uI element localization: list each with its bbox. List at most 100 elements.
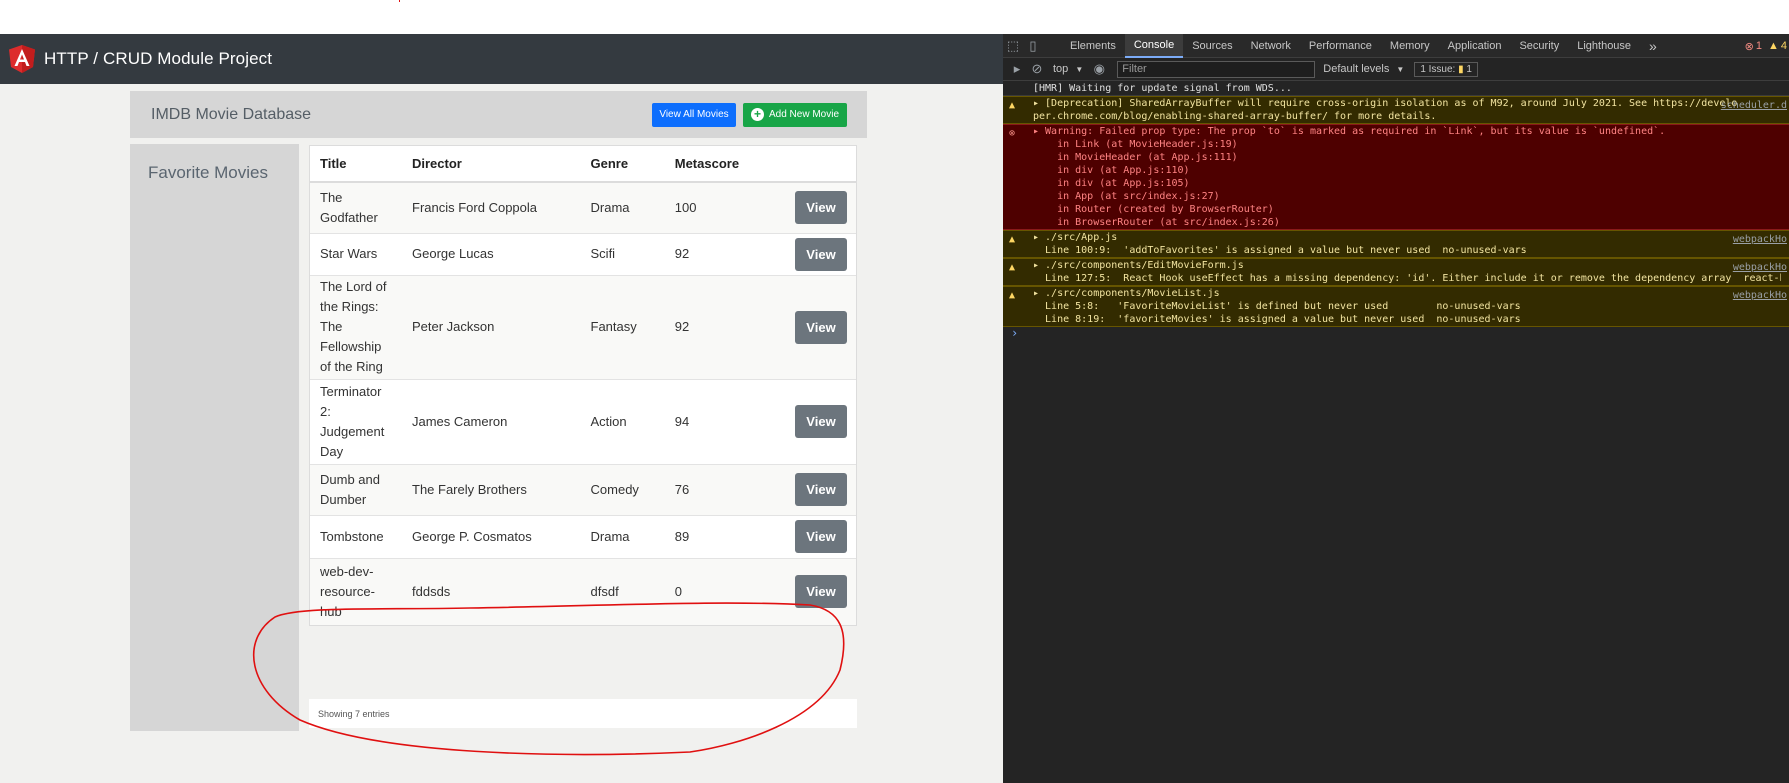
cell-title: The Godfather (310, 181, 402, 233)
cell-action: View (768, 557, 856, 625)
source-link[interactable]: scheduler.d (1721, 99, 1787, 112)
cell-genre: Fantasy (580, 274, 665, 379)
chevron-down-icon: ▼ (1075, 65, 1084, 74)
more-tabs-icon[interactable]: » (1640, 34, 1666, 58)
cell-title: web-dev-resource-hub (310, 557, 402, 625)
cell-action: View (768, 378, 856, 464)
tab-sources[interactable]: Sources (1183, 34, 1241, 58)
cell-genre: dfsdf (580, 557, 665, 625)
console-message-err[interactable]: ⊗ ▸ Warning: Failed prop type: The prop `… (1003, 124, 1789, 230)
context-selector[interactable]: top ▼ (1053, 63, 1083, 75)
add-new-movie-label: Add New Movie (768, 109, 840, 120)
table-footer: Showing 7 entries (309, 699, 857, 728)
tab-application[interactable]: Application (1439, 34, 1511, 58)
cell-director: George Lucas (402, 232, 581, 275)
clear-console-icon[interactable]: ⊘ (1027, 61, 1047, 77)
warning-icon: ▲ (1009, 262, 1016, 273)
device-toolbar-icon[interactable]: ▯ (1023, 38, 1043, 54)
console-message-warn[interactable]: ▲ ▸ ./src/components/EditMovieForm.js Lin… (1003, 258, 1789, 286)
console-line: [HMR] Waiting for update signal from WDS… (1033, 83, 1292, 94)
console-filter-input[interactable]: Filter (1117, 60, 1316, 78)
tab-memory[interactable]: Memory (1381, 34, 1439, 58)
cell-action: View (768, 181, 856, 233)
console-line: Line 127:5: React Hook useEffect has a m… (1033, 273, 1781, 284)
tab-console[interactable]: Console (1124, 33, 1184, 58)
console-message-warn[interactable]: ▲ ▸ [Deprecation] SharedArrayBuffer will … (1003, 96, 1789, 124)
tab-performance[interactable]: Performance (1300, 34, 1381, 58)
source-link[interactable]: webpackHo (1733, 233, 1787, 246)
warning-icon: ▲ (1767, 40, 1779, 52)
cell-metascore: 100 (664, 181, 769, 233)
view-movie-button[interactable]: View (795, 405, 847, 438)
movie-table: Title Director Genre Metascore The Godfa… (310, 146, 856, 625)
tab-security[interactable]: Security (1510, 34, 1568, 58)
navbar-brand[interactable]: HTTP / CRUD Module Project (44, 49, 272, 69)
favorite-movies-sidebar: Favorite Movies (130, 144, 299, 731)
view-movie-button[interactable]: View (795, 310, 847, 344)
cell-action: View (768, 514, 856, 558)
table-row: Tombstone George P. Cosmatos Drama 89 Vi… (310, 514, 856, 558)
entries-count: Showing 7 entries (318, 709, 390, 719)
console-toolbar: ▸ ⊘ top ▼ ◉ Filter Default levels ▼ 1 Is… (1003, 58, 1789, 81)
add-new-movie-button[interactable]: + Add New Movie (743, 102, 847, 127)
tab-network[interactable]: Network (1242, 34, 1300, 58)
console-message-warn[interactable]: ▲ ▸ ./src/App.js Line 100:9: 'addToFavori… (1003, 230, 1789, 258)
cell-metascore: 0 (664, 557, 769, 625)
cell-metascore: 76 (664, 463, 769, 515)
console-line: in div (at App.js:110) (1033, 165, 1190, 176)
column-header-title: Title (310, 146, 402, 183)
console-line: Line 8:19: 'favoriteMovies' is assigned … (1033, 314, 1521, 325)
cell-action: View (768, 274, 856, 379)
source-link[interactable]: webpackHo (1733, 261, 1787, 274)
table-row: The Lord of the Rings: The Fellowship of… (310, 274, 856, 379)
cell-metascore: 94 (664, 378, 769, 464)
console-line: in BrowserRouter (at src/index.js:26) (1033, 217, 1280, 228)
console-line: in MovieHeader (at App.js:111) (1033, 152, 1238, 163)
view-movie-button[interactable]: View (795, 520, 847, 553)
angular-shield-icon[interactable] (8, 44, 36, 74)
app-page: HTTP / CRUD Module Project IMDB Movie Da… (0, 34, 1003, 783)
console-line: Line 5:8: 'FavoriteMovieList' is defined… (1033, 301, 1521, 312)
source-link[interactable]: webpackHo (1733, 289, 1787, 302)
cell-genre: Drama (580, 181, 665, 233)
sidebar-toggle-icon[interactable]: ▸ (1007, 61, 1027, 77)
view-movie-button[interactable]: View (795, 473, 847, 506)
console-message-warn[interactable]: ▲ ▸ ./src/components/MovieList.js Line 5:… (1003, 286, 1789, 327)
console-prompt[interactable]: › (1003, 327, 1789, 340)
column-header-director: Director (402, 146, 581, 183)
issues-label: 1 Issue: (1420, 63, 1459, 75)
tab-elements[interactable]: Elements (1061, 34, 1125, 58)
view-movie-button[interactable]: View (795, 191, 847, 225)
context-label: top (1053, 63, 1069, 75)
console-message-info[interactable]: [HMR] Waiting for update signal from WDS… (1003, 81, 1789, 96)
favorites-title: Favorite Movies (148, 163, 268, 182)
table-row: The Godfather Francis Ford Coppola Drama… (310, 181, 856, 233)
column-header-actions (768, 146, 856, 183)
cell-metascore: 92 (664, 232, 769, 275)
issues-button[interactable]: 1 Issue: ▮ 1 (1414, 61, 1478, 77)
message-counts[interactable]: ⊗ 1 ▲ 4 (1745, 34, 1789, 58)
cell-title: Tombstone (310, 514, 402, 558)
view-movie-button[interactable]: View (795, 575, 847, 609)
cell-title: Terminator 2: Judgement Day (310, 378, 402, 464)
table-row: Terminator 2: Judgement Day James Camero… (310, 378, 856, 464)
warning-icon: ▲ (1009, 100, 1016, 111)
console-line: ▸ Warning: Failed prop type: The prop `t… (1033, 126, 1666, 137)
cell-title: The Lord of the Rings: The Fellowship of… (310, 274, 402, 379)
log-levels-dropdown[interactable]: Default levels ▼ (1323, 63, 1404, 75)
console-line: in App (at src/index.js:27) (1033, 191, 1220, 202)
column-header-genre: Genre (580, 146, 665, 183)
eye-icon[interactable]: ◉ (1089, 61, 1109, 77)
page-title: IMDB Movie Database (151, 105, 312, 123)
view-all-movies-button[interactable]: View All Movies (652, 102, 736, 127)
console-line: per.chrome.com/blog/enabling-shared-arra… (1033, 111, 1437, 122)
error-icon: ⊗ (1744, 40, 1754, 53)
console-messages: [HMR] Waiting for update signal from WDS… (1003, 81, 1789, 340)
chevron-down-icon: ▼ (1396, 65, 1405, 74)
inspect-element-icon[interactable]: ⬚ (1003, 38, 1023, 54)
console-line: ▸ ./src/components/EditMovieForm.js (1033, 260, 1244, 271)
view-movie-button[interactable]: View (795, 237, 847, 271)
cell-director: Peter Jackson (402, 274, 581, 379)
tab-lighthouse[interactable]: Lighthouse (1568, 34, 1640, 58)
plus-circle-icon: + (750, 108, 764, 121)
